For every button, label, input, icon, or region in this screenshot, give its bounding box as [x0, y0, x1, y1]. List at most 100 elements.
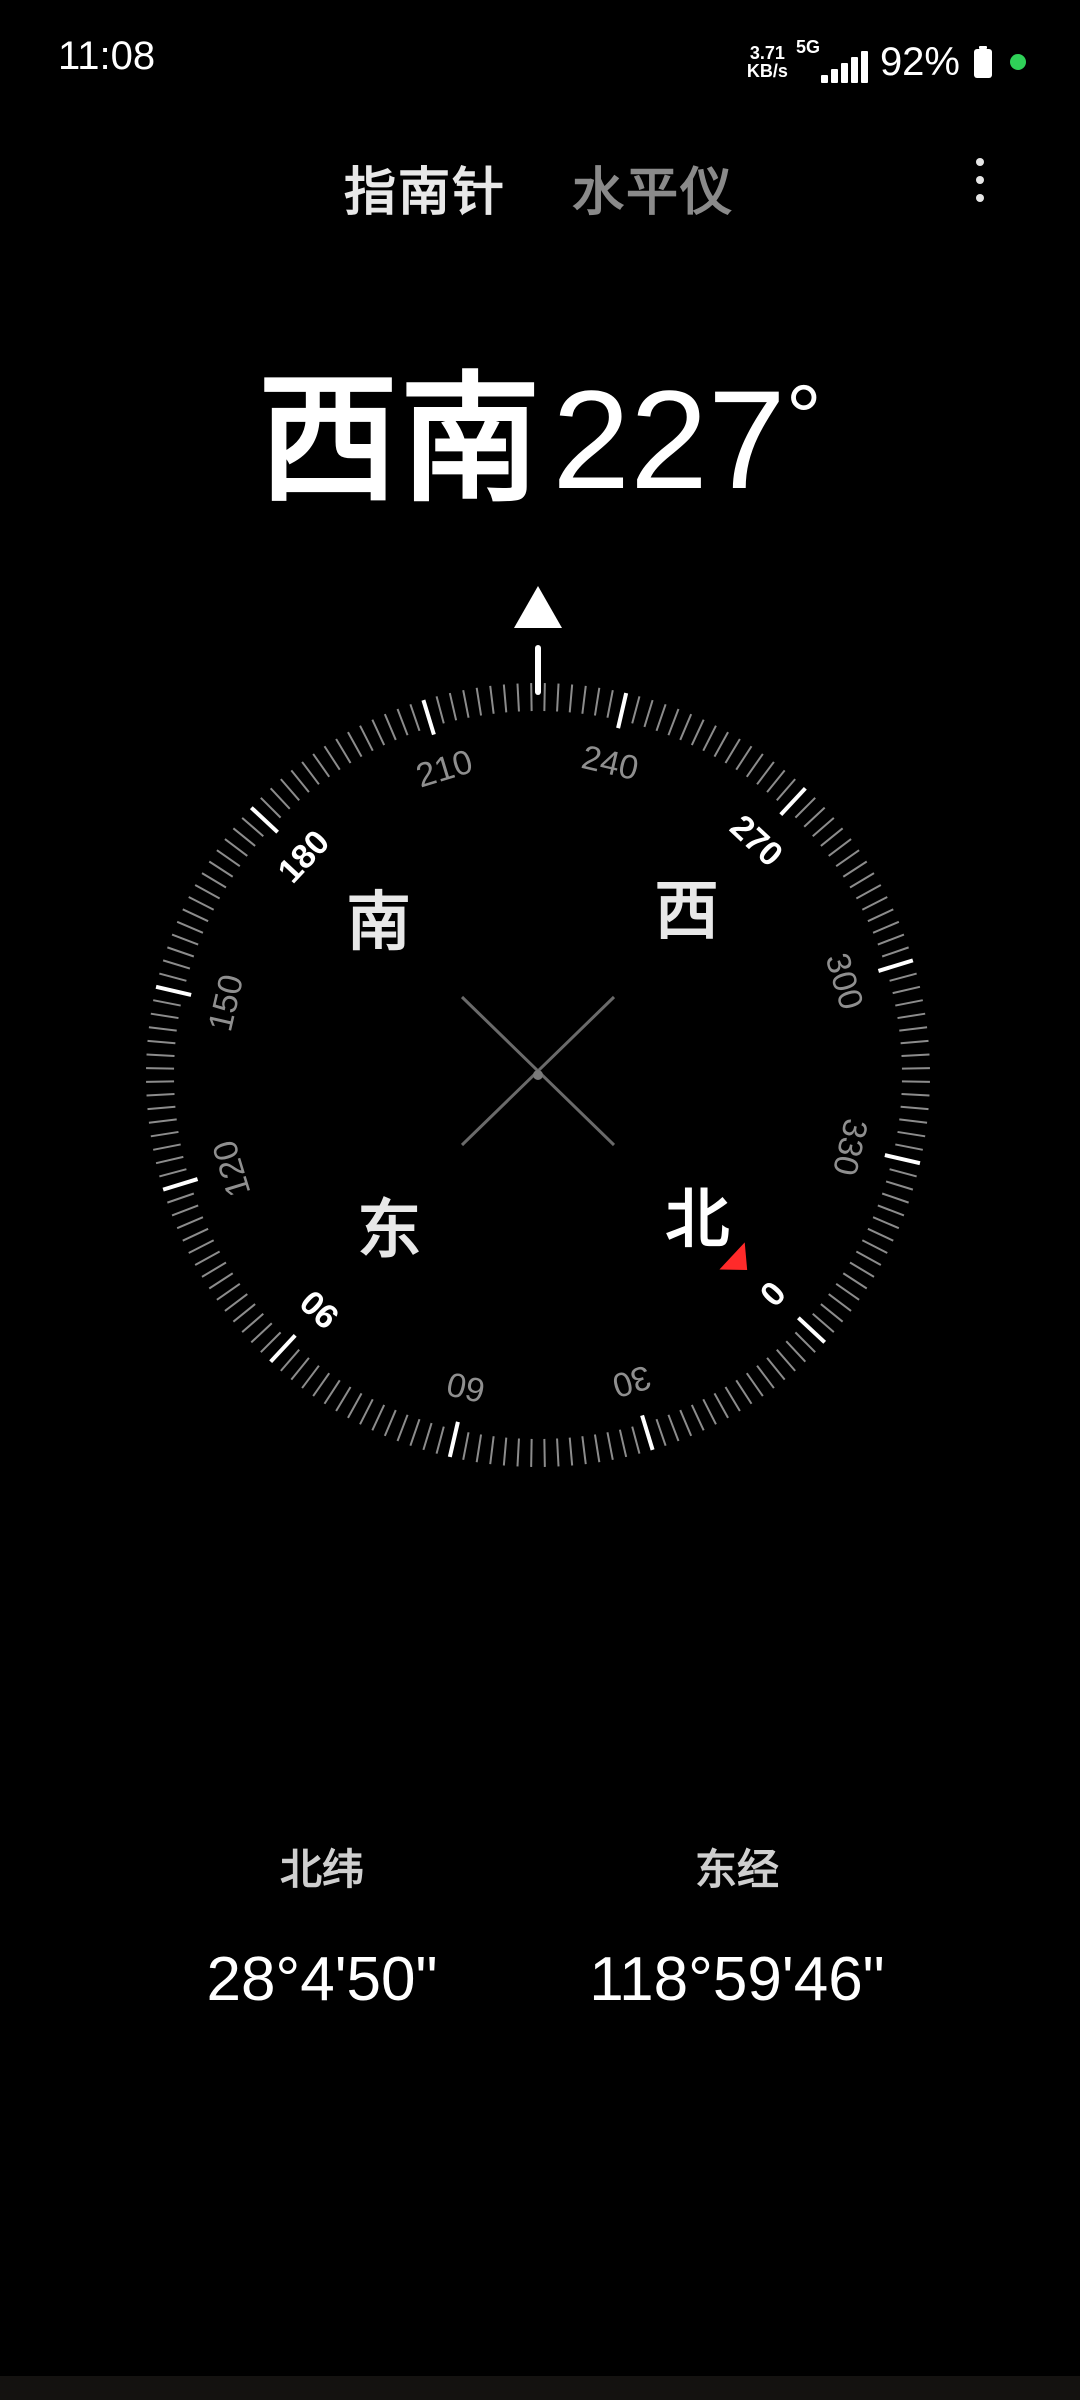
minor-tick: [889, 972, 917, 982]
degree-label-330: 330: [825, 1115, 875, 1179]
minor-tick: [260, 1331, 282, 1353]
latitude-label: 北纬: [279, 1845, 364, 1894]
minor-tick: [881, 1192, 909, 1204]
minor-tick: [489, 1436, 495, 1465]
coordinates: 北纬 28°4'50" 东经 118°59'46": [0, 1840, 1080, 2020]
minor-tick: [885, 1180, 914, 1191]
minor-tick: [667, 708, 680, 736]
minor-tick: [489, 685, 495, 714]
longitude-value: 118°59'46": [589, 1945, 885, 2014]
degree-label-300: 300: [818, 949, 871, 1014]
minor-tick: [766, 769, 786, 793]
minor-tick: [892, 985, 921, 995]
triangle-up-icon: [514, 586, 562, 628]
minor-tick: [269, 787, 291, 810]
minor-tick: [280, 778, 300, 801]
minor-tick: [383, 1409, 397, 1437]
mode-tabs: 指南针 水平仪: [0, 150, 1080, 223]
minor-tick: [568, 1437, 574, 1466]
minor-tick: [312, 753, 331, 778]
minor-tick: [756, 1365, 775, 1389]
minor-tick: [724, 738, 741, 764]
network-speed: 3.71 KB/s: [747, 44, 788, 80]
minor-tick: [867, 908, 894, 923]
degree-label-270: 270: [723, 808, 790, 874]
minor-tick: [606, 690, 614, 718]
degree-label-150: 150: [201, 971, 251, 1035]
minor-tick: [224, 1293, 248, 1312]
minor-tick: [232, 827, 256, 847]
degree-label-30: 30: [608, 1357, 655, 1404]
heading-degree-sign: °: [785, 368, 822, 468]
minor-tick: [745, 1372, 764, 1397]
minor-tick: [812, 817, 835, 837]
minor-tick: [899, 1118, 928, 1124]
minor-tick: [895, 1143, 923, 1151]
minor-tick: [724, 1386, 741, 1412]
minor-tick: [201, 872, 227, 889]
cardinal-west: 西: [655, 875, 719, 949]
minor-tick: [260, 797, 282, 819]
heading-index-line: [535, 645, 541, 695]
major-tick: [447, 1421, 460, 1458]
degree-label-210: 210: [412, 743, 477, 796]
cellular-signal-icon: 5G: [796, 37, 868, 87]
minor-tick: [877, 1204, 905, 1217]
minor-tick: [502, 684, 508, 713]
minor-tick: [290, 769, 310, 793]
minor-tick: [435, 1426, 445, 1454]
minor-tick: [146, 1093, 175, 1097]
minor-tick: [855, 1250, 882, 1266]
minor-tick: [766, 1357, 786, 1381]
minor-tick: [323, 1379, 341, 1405]
minor-tick: [153, 999, 181, 1007]
minor-tick: [842, 1272, 868, 1290]
status-time: 11:08: [58, 34, 156, 78]
minor-tick: [371, 1404, 386, 1431]
minor-tick: [383, 713, 397, 741]
network-speed-value: 3.71: [749, 43, 785, 63]
minor-tick: [396, 708, 409, 736]
minor-tick: [516, 683, 520, 712]
minor-tick: [756, 761, 775, 785]
minor-tick: [232, 1303, 256, 1323]
minor-tick: [182, 1227, 209, 1242]
major-tick: [162, 1177, 199, 1192]
minor-tick: [516, 1438, 520, 1467]
degree-label-120: 120: [206, 1136, 259, 1201]
minor-tick: [347, 731, 363, 758]
minor-tick: [216, 1282, 241, 1301]
privacy-indicator-dot: [1010, 54, 1026, 70]
longitude-label: 东经: [694, 1845, 779, 1894]
minor-tick: [581, 685, 587, 714]
minor-tick: [224, 838, 248, 857]
minor-tick: [347, 1392, 363, 1419]
minor-tick: [475, 1434, 483, 1463]
minor-tick: [897, 1012, 926, 1020]
minor-tick: [794, 797, 816, 819]
minor-tick: [188, 1239, 215, 1254]
degree-label-180: 180: [271, 823, 337, 890]
tab-level[interactable]: 水平仪: [572, 150, 734, 225]
minor-tick: [241, 1313, 264, 1333]
minor-tick: [409, 1418, 421, 1446]
network-speed-unit: KB/s: [746, 61, 788, 81]
minor-tick: [655, 704, 667, 732]
minor-tick: [702, 725, 717, 752]
minor-tick: [849, 872, 875, 889]
minor-tick: [171, 1204, 199, 1217]
minor-tick: [713, 1392, 729, 1419]
minor-tick: [803, 806, 826, 828]
minor-tick: [359, 725, 374, 752]
more-vertical-icon[interactable]: [960, 150, 1000, 210]
cardinal-south: 南: [347, 886, 411, 960]
minor-tick: [901, 1093, 930, 1097]
minor-tick: [872, 1216, 900, 1230]
cardinal-north: 北: [665, 1183, 729, 1257]
minor-tick: [889, 1168, 917, 1178]
minor-tick: [153, 1143, 181, 1151]
status-bar: 11:08 3.71 KB/s 5G 92%: [0, 0, 1080, 130]
tab-compass[interactable]: 指南针: [344, 150, 506, 225]
minor-tick: [618, 1429, 628, 1458]
minor-tick: [643, 699, 654, 728]
